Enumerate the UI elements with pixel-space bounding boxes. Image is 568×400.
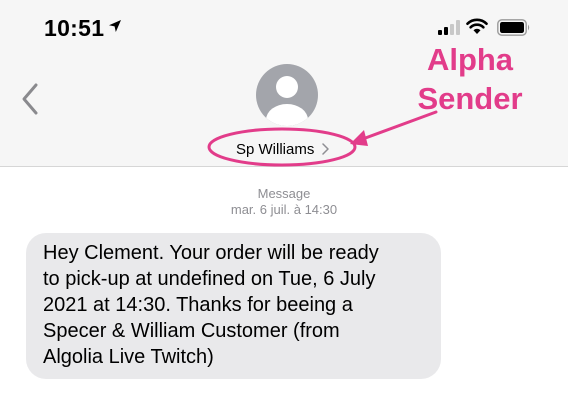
message-line: to pick-up at undefined on Tue, 6 July	[43, 268, 376, 290]
signal-icon	[438, 20, 460, 35]
message-line: Specer & William Customer (from	[43, 320, 340, 342]
battery-icon	[497, 19, 530, 36]
message-timestamp: mar. 6 juil. à 14:30	[230, 202, 338, 217]
incoming-message-bubble[interactable]: Hey Clement. Your order will be ready to…	[26, 233, 441, 379]
message-line: 2021 at 14:30. Thanks for beeing a	[43, 294, 353, 316]
message-line: Hey Clement. Your order will be ready	[43, 242, 379, 264]
status-time: 10:51	[44, 15, 105, 41]
annotation-label-line2: Sender	[417, 81, 523, 116]
wifi-icon	[466, 18, 488, 34]
message-line: Algolia Live Twitch)	[43, 346, 214, 368]
back-chevron-icon[interactable]	[20, 82, 40, 116]
annotation-label-line1: Alpha	[426, 42, 514, 77]
annotation-label: Alpha Sender	[390, 40, 550, 118]
location-arrow-icon	[109, 20, 121, 32]
message-meta: Message mar. 6 juil. à 14:30	[0, 186, 568, 218]
message-service-label: Message	[257, 186, 311, 201]
avatar-icon	[256, 64, 318, 126]
contact-avatar[interactable]	[256, 64, 318, 126]
